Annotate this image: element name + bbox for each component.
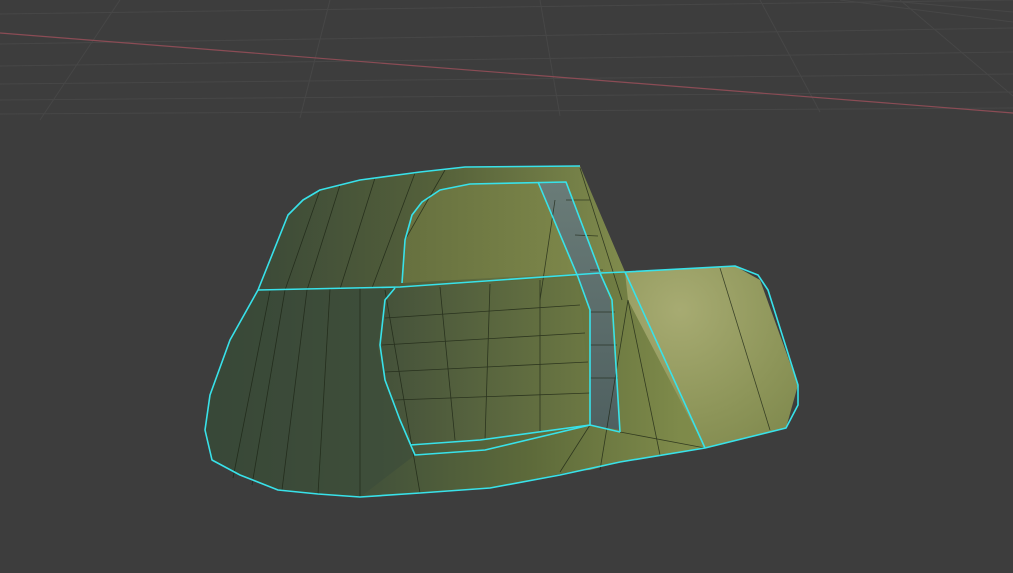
x-axis-line xyxy=(0,32,1013,114)
viewport-grid xyxy=(0,0,1013,121)
3d-viewport[interactable] xyxy=(0,0,1013,573)
viewport-canvas[interactable] xyxy=(0,0,1013,573)
mesh-object[interactable] xyxy=(204,165,799,498)
